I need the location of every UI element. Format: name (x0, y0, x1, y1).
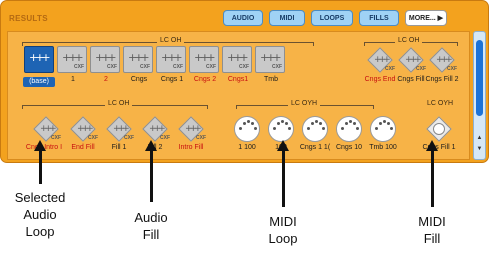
scroll-down-arrow-icon[interactable]: ▼ (474, 146, 485, 152)
audio-fill-icon: +++ CXF (398, 47, 426, 73)
group-label: LC OH (395, 37, 423, 44)
audio-fill-icon: +++ CXF (178, 116, 206, 142)
tab-loops[interactable]: LOOPS (311, 10, 353, 26)
midi-loop-icon (336, 116, 362, 142)
midi-loop-icon (234, 116, 260, 142)
audio-loop-icon: +++ CXF (156, 46, 186, 73)
filter-tabs: AUDIO MIDI LOOPS FILLS MORE... ▶ (223, 10, 447, 26)
audio-fill-icon: +++ CXF (106, 116, 134, 142)
audio-loop-icon: +++ CXF (189, 46, 219, 73)
selected-item-label[interactable]: (base) (23, 77, 55, 87)
audio-fill-icon: +++ CXF (70, 116, 98, 142)
midi-loop-icon (268, 116, 294, 142)
callout-selected-audio-loop: Selected Audio Loop (14, 190, 66, 239)
group-label: LC OYH (424, 100, 457, 107)
audio-fill-icon: +++ CXF (367, 47, 395, 73)
item-label: Cngs Fill 2 (425, 76, 459, 83)
midi-loop-icon (302, 116, 328, 142)
callout-arrow-line (150, 150, 153, 202)
callout-audio-fill: Audio Fill (134, 210, 168, 242)
callout-arrow-line (39, 150, 42, 184)
item-label: Tmb 100 (369, 144, 397, 151)
item-label: Cngs Fill 1 (422, 144, 456, 151)
group-label: LC OH (157, 37, 185, 44)
tab-midi[interactable]: MIDI (269, 10, 305, 26)
item-label: Tmb (264, 76, 278, 83)
audio-fill-icon: +++ CXF (33, 116, 61, 142)
audio-loop-icon: +++ CXF (90, 46, 120, 73)
callout-midi-fill: MIDI Fill (418, 214, 446, 246)
more-button[interactable]: MORE... ▶ (405, 10, 447, 26)
item-label: End Fill (71, 144, 95, 151)
midi-loop-icon (370, 116, 396, 142)
tab-audio[interactable]: AUDIO (223, 10, 263, 26)
results-title: RESULTS (9, 14, 48, 23)
audio-loop-icon: +++ (24, 46, 54, 73)
callout-midi-loop: MIDI Loop (268, 214, 298, 246)
callout-arrow-line (282, 150, 285, 207)
callout-arrow-line (431, 150, 434, 207)
results-panel: RESULTS AUDIO MIDI LOOPS FILLS MORE... ▶… (0, 0, 489, 163)
tab-fills[interactable]: FILLS (359, 10, 399, 26)
item-label: Intro Fill (178, 144, 204, 151)
audio-loop-icon: +++ CXF (57, 46, 87, 73)
group-label: LC OH (105, 100, 133, 107)
results-grid: LC OH LC OH LC OH LC OYH LC OYH +++ +++ C… (7, 31, 470, 160)
group-label: LC OYH (288, 100, 321, 107)
audio-loop-icon: +++ CXF (222, 46, 252, 73)
scrollbar-thumb[interactable] (476, 40, 483, 116)
audio-loop-icon: +++ CXF (255, 46, 285, 73)
audio-fill-icon: +++ CXF (142, 116, 170, 142)
audio-fill-icon: +++ CXF (429, 47, 457, 73)
midi-fill-icon (426, 116, 452, 142)
vertical-scrollbar[interactable]: ▲ ▼ (473, 31, 486, 160)
scroll-up-arrow-icon[interactable]: ▲ (474, 135, 485, 141)
audio-loop-icon: +++ CXF (123, 46, 153, 73)
item-label: Fill 1 (111, 144, 127, 151)
